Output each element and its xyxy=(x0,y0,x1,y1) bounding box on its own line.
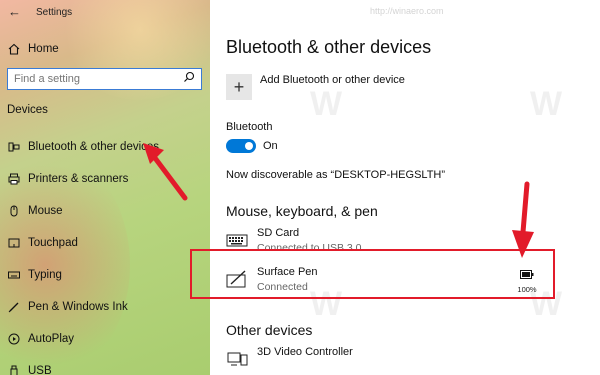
home-icon xyxy=(0,42,28,56)
sidebar-item-printers[interactable]: Printers & scanners xyxy=(0,163,210,195)
pen-icon xyxy=(0,300,28,314)
watermark-logo: W xyxy=(530,85,563,123)
sidebar-item-bluetooth[interactable]: Bluetooth & other devices xyxy=(0,131,210,163)
page-title: Bluetooth & other devices xyxy=(226,37,432,57)
back-arrow-icon[interactable]: ← xyxy=(8,4,21,19)
highlight-box xyxy=(190,249,555,299)
device-name: SD Card xyxy=(257,227,300,239)
keyboard-icon xyxy=(226,230,250,250)
plus-icon: + xyxy=(233,76,245,97)
autoplay-icon xyxy=(0,332,28,346)
window-title: Settings xyxy=(36,7,73,18)
sidebar-item-autoplay[interactable]: AutoPlay xyxy=(0,323,210,355)
watermark-logo: W xyxy=(310,85,343,123)
main-content: Bluetooth & other devices + Add Bluetoot… xyxy=(210,0,600,375)
sidebar-item-pen[interactable]: Pen & Windows Ink xyxy=(0,291,210,323)
mouse-keyboard-pen-heading: Mouse, keyboard, & pen xyxy=(226,203,378,219)
bluetooth-label: Bluetooth xyxy=(226,121,273,133)
sidebar: ← Settings Home Devices Bluetooth & othe… xyxy=(0,0,210,375)
sidebar-item-label: Touchpad xyxy=(28,237,78,249)
section-label: Devices xyxy=(7,104,48,116)
display-device-icon xyxy=(226,349,250,369)
mouse-icon xyxy=(0,204,28,218)
other-devices-heading: Other devices xyxy=(226,322,313,338)
search-field[interactable] xyxy=(7,68,202,90)
sidebar-item-typing[interactable]: Typing xyxy=(0,259,210,291)
sidebar-item-label: Printers & scanners xyxy=(28,173,129,185)
sidebar-item-label: Home xyxy=(28,43,59,55)
search-input[interactable] xyxy=(14,73,174,85)
bluetooth-devices-icon xyxy=(0,140,28,154)
sidebar-item-label: USB xyxy=(28,365,52,375)
sidebar-item-touchpad[interactable]: Touchpad xyxy=(0,227,210,259)
keyboard-icon xyxy=(0,268,28,282)
bluetooth-state: On xyxy=(263,140,278,152)
touchpad-icon xyxy=(0,236,28,250)
sidebar-item-label: Pen & Windows Ink xyxy=(28,301,128,313)
toggle-knob xyxy=(245,142,253,150)
watermark-text: http://winaero.com xyxy=(370,6,444,16)
search-icon[interactable] xyxy=(183,70,195,88)
usb-icon xyxy=(0,364,28,375)
sidebar-item-label: Bluetooth & other devices xyxy=(28,141,160,153)
add-device-button[interactable]: + xyxy=(226,74,252,100)
printer-icon xyxy=(0,172,28,186)
sidebar-nav: Bluetooth & other devices Printers & sca… xyxy=(0,131,210,375)
discoverable-text: Now discoverable as “DESKTOP-HEGSLTH” xyxy=(226,169,446,181)
sidebar-item-label: AutoPlay xyxy=(28,333,75,345)
sidebar-item-home[interactable]: Home xyxy=(0,38,210,60)
sidebar-item-label: Mouse xyxy=(28,205,63,217)
sidebar-item-usb[interactable]: USB xyxy=(0,355,210,375)
sidebar-item-mouse[interactable]: Mouse xyxy=(0,195,210,227)
device-3d-video-controller[interactable]: 3D Video Controller xyxy=(226,346,586,375)
sidebar-item-label: Typing xyxy=(28,269,62,281)
device-name: 3D Video Controller xyxy=(257,346,353,358)
bluetooth-toggle[interactable] xyxy=(226,139,256,153)
